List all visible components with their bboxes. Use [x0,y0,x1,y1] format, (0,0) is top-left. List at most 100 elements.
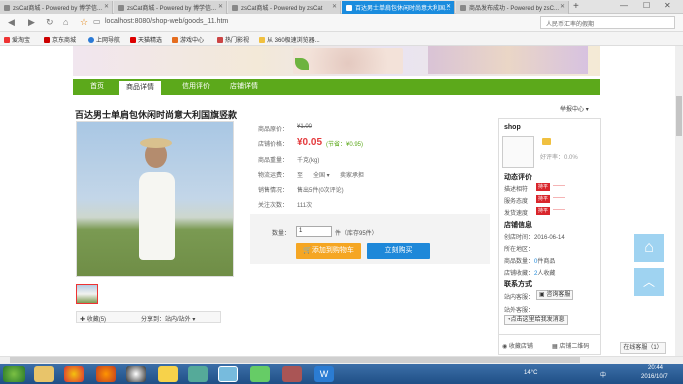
app-icon[interactable] [188,366,208,382]
firefox-icon[interactable] [96,366,116,382]
browser-tab[interactable]: 商品发布成功 - Powered by zsC... ✕ [456,1,569,14]
page-favicon-icon [118,5,124,11]
nav-reviews[interactable]: 信用评价 [175,79,217,95]
refresh-icon[interactable]: ↻ [46,17,54,28]
chrome-icon[interactable] [64,366,84,382]
favorite-button[interactable]: ✚ 收藏(5) [80,314,106,323]
online-service-button[interactable]: 在线客服（1） [620,342,666,354]
score-value: ------ [553,207,565,213]
back-to-top-button[interactable]: ︿ [634,268,664,296]
close-tab-icon[interactable]: ✕ [218,3,223,10]
shop-footer: ◉ 收藏店铺 ▦ 店铺二维码 [498,334,601,352]
explorer-icon[interactable] [34,366,54,382]
vertical-scrollbar[interactable] [675,46,683,356]
nav-shop-detail[interactable]: 店铺详情 [223,79,265,95]
stock-text: 件（库存95件） [335,231,378,237]
share-button[interactable]: 分享到：站内/站外 ▾ [141,314,195,323]
browser-360-icon[interactable] [218,366,238,382]
vertical-scroll-thumb[interactable] [676,96,682,136]
weather-temp: 14°C [524,370,538,376]
orig-price-value: ¥1.00 [297,124,313,130]
report-center-link[interactable]: 举报中心 ▾ [560,104,589,113]
close-tab-icon[interactable]: ✕ [332,3,337,10]
browser-tab[interactable]: zsCat商城 - Powered by zsCat ✕ [228,1,341,14]
score-label: 发货速度 [504,211,529,217]
orig-price-label: 商品原价： [258,127,289,133]
page-favicon-icon [232,5,238,11]
send-message-button[interactable]: ◔点击这里给我发消息 [504,315,568,325]
back-icon[interactable]: ◀ [8,17,15,28]
shipping-label: 物流运费： [258,173,289,179]
maximize-icon[interactable]: ☐ [643,1,650,10]
search-input[interactable]: 人民币汇率的假期 [540,16,675,29]
sales-label: 销售情况： [258,188,289,194]
message-icon[interactable] [542,138,551,145]
start-icon[interactable] [3,366,25,382]
bookmark-item[interactable]: 热门影视 [217,35,249,44]
new-tab-button[interactable]: + [573,1,579,12]
minimize-icon[interactable]: — [620,1,628,10]
bookmark-item[interactable]: 京东商城 [44,35,76,44]
nav-product-detail[interactable]: 商品详情 [119,79,161,95]
nav-home[interactable]: 首页 [79,79,115,95]
score-badge: 持平 [536,207,550,215]
bookmark-item[interactable]: 游戏中心 [172,35,204,44]
consult-service-button[interactable]: ▣ 咨询客服 [536,290,574,300]
horizontal-scroll-thumb[interactable] [10,357,580,363]
app-icon[interactable] [282,366,302,382]
wechat-icon[interactable] [250,366,270,382]
bookmarks-bar: 爱淘宝 京东商城 上网导航 天猫精选 游戏中心 热门影视 从 360极速浏览器.… [0,32,683,46]
shop-name[interactable]: shop [504,124,521,131]
qty-label: 数量： [272,231,291,237]
station-service-label: 站内客服： [504,295,535,301]
fav-shop-button[interactable]: ◉ 收藏店铺 [502,341,533,350]
shipping-region-select[interactable]: 全国 ▾ [313,170,330,179]
tmall-icon [130,37,136,43]
folder-icon[interactable] [158,366,178,382]
add-to-cart-button[interactable]: 🛒添加到购物车 [296,243,361,259]
buy-now-button[interactable]: 立刻购买 [367,243,430,259]
qr-code-button[interactable]: ▦ 店铺二维码 [552,341,589,350]
weight-value: 千克(kg) [297,158,320,164]
weight-label: 商品重量： [258,158,289,164]
browser-tab-active[interactable]: 百达男士单肩包休闲时尚意大利国... ✕ [342,1,455,14]
star-icon[interactable]: ☆ [80,17,88,28]
word-icon[interactable]: W [314,366,334,382]
qq-icon[interactable] [126,366,146,382]
input-lang[interactable]: 中 [600,370,606,379]
close-tab-icon[interactable]: ✕ [446,3,451,10]
arrow-up-icon: ︿ [642,275,655,289]
score-label: 描述相符 [504,187,529,193]
bookmark-item[interactable]: 天猫精选 [130,35,162,44]
page-favicon-icon [460,5,466,11]
shop-banner [73,46,600,76]
bookmark-item[interactable]: 爱淘宝 [4,35,30,44]
shop-price-value: ¥0.05 [297,137,323,148]
close-window-icon[interactable]: ✕ [664,1,671,10]
close-tab-icon[interactable]: ✕ [560,3,565,10]
home-icon[interactable]: ⌂ [63,17,68,27]
shop-price-label: 店铺价格： [258,142,289,148]
shop-favorites: 店铺收藏：2人收藏 [504,271,556,277]
url-field[interactable]: localhost:8080/shop-web/goods_11.htm [105,18,228,25]
shop-avatar[interactable] [502,136,534,168]
forward-icon[interactable]: ▶ [28,17,35,28]
heart-icon: ◉ [502,344,508,350]
bookmark-item[interactable]: 从 360极速浏览器... [259,35,320,44]
shipping-to: 至 [297,173,304,179]
browser-tab[interactable]: zsCat商城 - Powered by 博学信... ✕ [114,1,227,14]
browser-tab[interactable]: zsCat商城 - Powered by 博学信... ✕ [0,1,113,14]
qr-icon: ▦ [552,344,558,350]
product-main-image[interactable] [76,121,234,277]
score-value: ------ [553,183,565,189]
quantity-input[interactable]: 1 [296,226,332,237]
shop-rating: 好评率：0.0% [540,155,578,161]
score-badge: 持平 [536,195,550,203]
close-tab-icon[interactable]: ✕ [104,3,109,10]
product-thumbnail[interactable] [76,284,98,304]
shop-region: 所在地区： [504,247,535,253]
chat-icon: ▣ [539,292,545,298]
home-float-button[interactable]: ⌂ [634,234,664,262]
bookmark-item[interactable]: 上网导航 [88,35,120,44]
shop-panel: shop 好评率：0.0% 动态评价 描述相符 持平 ------ 服务态度 持… [498,118,601,355]
